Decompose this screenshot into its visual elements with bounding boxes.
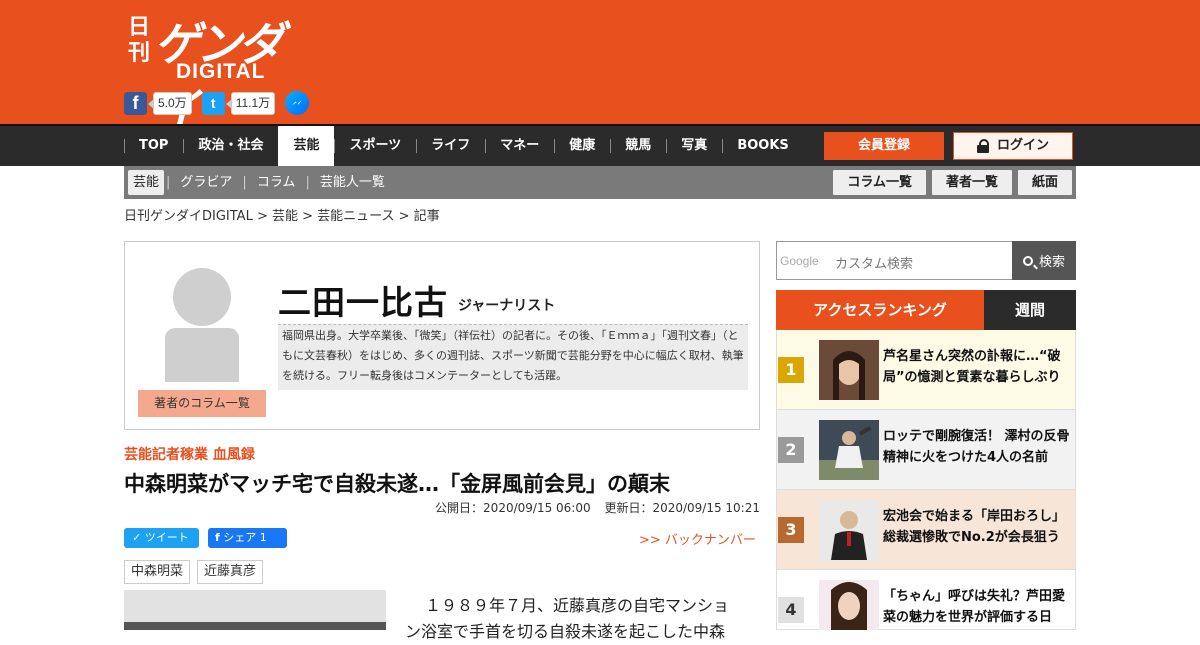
paper-button[interactable]: 紙面 — [1017, 170, 1072, 195]
tag-kondo[interactable]: 近藤真彦 — [197, 560, 264, 584]
nav-item-books[interactable]: BOOKS — [722, 126, 803, 166]
messenger-icon[interactable] — [285, 91, 310, 115]
article-body: １９８９年７月、近藤真彦の自宅マンショ ン浴室で手首を切る自殺未遂を起こした中森 — [405, 593, 760, 645]
ranking-item[interactable]: 1 芦名星さん突然の訃報に…“破局”の憶測と質素な暮らしぶり — [776, 330, 1076, 410]
ranking-header: アクセスランキング 週間 — [776, 290, 1076, 330]
author-role: ジャーナリスト — [458, 298, 556, 314]
facebook-share-button[interactable]: f シェア 1 — [208, 528, 287, 548]
nav-item-entertainment[interactable]: 芸能 — [278, 126, 335, 166]
rank-headline: 「ちゃん」呼びは失礼？芦田愛菜の魅力を世界が評価する日 — [883, 589, 1066, 625]
logo-digital: DIGITAL — [176, 60, 266, 83]
tab-weekly[interactable]: 週間 — [984, 290, 1076, 330]
author-box: 著者のコラム一覧 二田一比古 ジャーナリスト 福岡県出身。大学卒業後、「微笑」（… — [124, 241, 760, 430]
search-input[interactable]: カスタム検索 — [835, 253, 913, 272]
article-title: 中森明菜がマッチ宅で自殺未遂…「金屏風前会見」の顛末 — [124, 472, 670, 496]
social-bar: f 5.0万 t 11.1万 — [124, 91, 310, 115]
subnav-divider: | — [242, 175, 247, 190]
subnav-item-celebrities[interactable]: 芸能人一覧 — [312, 170, 393, 195]
search-button-label: 検索 — [1038, 255, 1065, 270]
site-logo[interactable]: 日刊 ゲンダイ DIGITAL — [126, 8, 306, 137]
facebook-icon[interactable]: f — [124, 91, 147, 115]
ranking-item[interactable]: 3 宏池会で始まる「岸田おろし」総裁選惨敗でNo.2が会長狙う — [776, 490, 1076, 570]
back-number-link[interactable]: >> バックナンバー — [639, 529, 756, 548]
article-photo — [124, 590, 386, 630]
rank-thumbnail — [819, 340, 879, 400]
ranking-title: アクセスランキング — [776, 290, 984, 330]
twitter-bird-icon: ✓ — [132, 531, 142, 544]
rank-number: 2 — [778, 437, 804, 463]
google-logo: Google — [780, 254, 819, 268]
rank-headline: ロッテで剛腕復活！ 澤村の反骨精神に火をつけた4人の名前 — [883, 429, 1070, 465]
author-bio: 福岡県出身。大学卒業後、「微笑」（祥伝社）の記者に。その後、「Ｅｍｍａ」「週刊文… — [278, 324, 748, 390]
facebook-count: 5.0万 — [148, 91, 192, 115]
register-button[interactable]: 会員登録 — [824, 132, 944, 160]
facebook-f-icon: f — [215, 531, 220, 544]
tweet-button[interactable]: ✓ ツイート — [124, 528, 199, 548]
rank-thumbnail — [819, 420, 879, 480]
subnav-item-gravure[interactable]: グラビア — [172, 170, 240, 195]
tag-nakamori[interactable]: 中森明菜 — [124, 560, 191, 584]
avatar — [163, 268, 241, 382]
nav-item-health[interactable]: 健康 — [554, 126, 610, 166]
author-list-button[interactable]: 著者一覧 — [931, 170, 1012, 195]
main-nav: TOP 政治・社会 芸能 スポーツ ライフ マネー 健康 競馬 写真 BOOKS… — [0, 124, 1200, 166]
site-header: 日刊 ゲンダイ DIGITAL f 5.0万 t 11.1万 — [0, 0, 1200, 137]
body-line-2: ン浴室で手首を切る自殺未遂を起こした中森 — [405, 622, 726, 641]
nav-item-money[interactable]: マネー — [485, 126, 554, 166]
twitter-count: 11.1万 — [225, 91, 276, 115]
login-button[interactable]: ログイン — [953, 132, 1073, 160]
logo-nikkan: 日刊 — [128, 14, 151, 66]
share-label: シェア 1 — [223, 531, 267, 544]
rank-headline: 宏池会で始まる「岸田おろし」総裁選惨敗でNo.2が会長狙う — [883, 509, 1066, 545]
tweet-label: ツイート — [144, 531, 189, 544]
rank-number: 3 — [778, 517, 804, 543]
subnav-divider: | — [166, 175, 171, 190]
series-label[interactable]: 芸能記者稼業 血風録 — [124, 444, 255, 464]
nav-item-politics[interactable]: 政治・社会 — [183, 126, 278, 166]
nav-item-photo[interactable]: 写真 — [666, 126, 722, 166]
article-dates: 公開日：2020/09/15 06:00 更新日：2020/09/15 10:2… — [425, 499, 760, 516]
author-column-link[interactable]: 著者のコラム一覧 — [138, 390, 266, 417]
ranking-item[interactable]: 2 ロッテで剛腕復活！ 澤村の反骨精神に火をつけた4人の名前 — [776, 410, 1076, 490]
nav-item-life[interactable]: ライフ — [416, 126, 485, 166]
lock-icon — [976, 139, 989, 153]
ranking-item[interactable]: 4 「ちゃん」呼びは失礼？芦田愛菜の魅力を世界が評価する日 — [776, 570, 1076, 630]
nav-item-top[interactable]: TOP — [124, 126, 183, 166]
published-date: 公開日：2020/09/15 06:00 — [435, 501, 591, 515]
rank-number: 4 — [778, 597, 804, 623]
subnav-item-column[interactable]: コラム — [249, 170, 304, 195]
sub-nav: 芸能 | グラビア | コラム | 芸能人一覧 コラム一覧 著者一覧 紙面 — [124, 166, 1076, 199]
column-list-button[interactable]: コラム一覧 — [833, 170, 926, 195]
author-name: 二田一比古 — [278, 283, 448, 322]
rank-number: 1 — [778, 357, 804, 383]
subnav-divider: | — [305, 175, 310, 190]
subnav-item-geino[interactable]: 芸能 — [128, 170, 165, 195]
rank-thumbnail — [819, 500, 879, 560]
body-line-1: １９８９年７月、近藤真彦の自宅マンショ — [425, 596, 730, 615]
nav-item-sports[interactable]: スポーツ — [334, 126, 416, 166]
nav-item-keiba[interactable]: 競馬 — [610, 126, 666, 166]
rank-headline: 芦名星さん突然の訃報に…“破局”の憶測と質素な暮らしぶり — [883, 349, 1061, 385]
breadcrumb[interactable]: 日刊ゲンダイDIGITAL > 芸能 > 芸能ニュース > 記事 — [124, 205, 440, 224]
search-button[interactable]: 検索 — [1012, 241, 1076, 280]
rank-thumbnail — [819, 580, 879, 640]
updated-date: 更新日：2020/09/15 10:21 — [604, 501, 760, 515]
twitter-icon[interactable]: t — [201, 91, 225, 115]
search-icon — [1022, 255, 1033, 266]
login-label: ログイン — [996, 138, 1049, 153]
search-box: Google カスタム検索 検索 — [776, 241, 1076, 280]
